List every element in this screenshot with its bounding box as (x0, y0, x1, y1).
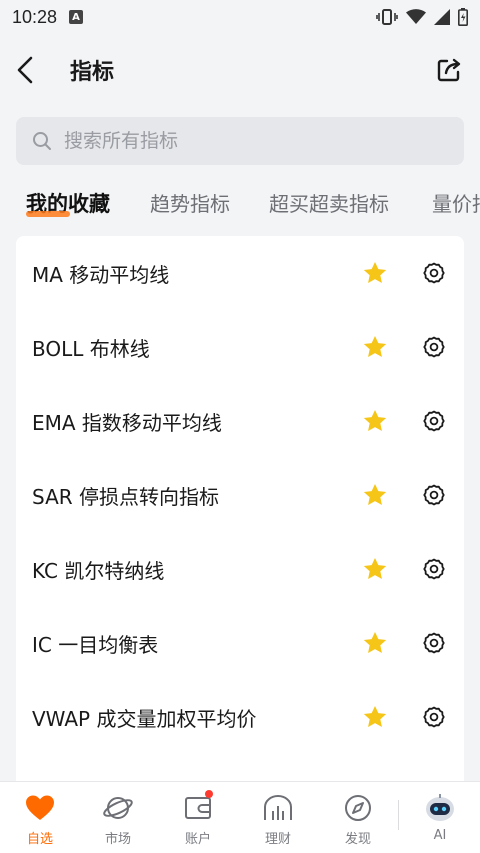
indicator-tabs: 我的收藏 趋势指标 超买超卖指标 量价指标 (0, 180, 480, 228)
tab-overbought-oversold[interactable]: 超买超卖指标 (269, 188, 389, 217)
nav-discover[interactable]: 发现 (328, 792, 388, 847)
nav-watchlist[interactable]: 自选 (10, 792, 70, 847)
share-icon (437, 58, 461, 82)
gear-icon[interactable] (422, 483, 446, 507)
finance-icon (262, 792, 294, 824)
notification-badge: A (69, 10, 84, 24)
tab-trend-indicators[interactable]: 趋势指标 (150, 188, 230, 217)
indicator-label: SAR 停损点转向指标 (32, 484, 220, 509)
search-bar[interactable] (16, 117, 464, 165)
search-input[interactable] (64, 130, 424, 152)
nav-label: 账户 (184, 832, 211, 847)
search-icon (33, 132, 51, 150)
nav-label: 自选 (26, 832, 53, 847)
wifi-icon (406, 9, 426, 25)
heart-icon (24, 792, 56, 824)
notification-dot (205, 790, 213, 798)
indicator-label: MA 移动平均线 (32, 262, 170, 287)
nav-market[interactable]: 市场 (88, 792, 148, 847)
indicator-label: IC 一目均衡表 (32, 632, 159, 657)
back-button[interactable] (16, 55, 40, 85)
nav-label: 市场 (104, 832, 131, 847)
status-time: 10:28 (12, 6, 58, 27)
list-item[interactable]: EMA 指数移动平均线 (16, 384, 464, 458)
tab-volume-price[interactable]: 量价指标 (432, 188, 480, 217)
gear-icon[interactable] (422, 631, 446, 655)
nav-label: 理财 (264, 832, 291, 847)
indicator-label: BOLL 布林线 (32, 336, 150, 361)
gear-icon[interactable] (422, 409, 446, 433)
bottom-nav: 自选 市场 账户 理财 发现 AI (0, 781, 480, 853)
indicator-list: MA 移动平均线 BOLL 布林线 EMA 指数移动平均线 SAR 停损点转向指… (16, 236, 464, 796)
header: 指标 (0, 34, 480, 106)
list-item[interactable]: IC 一目均衡表 (16, 606, 464, 680)
list-item[interactable]: BOLL 布林线 (16, 310, 464, 384)
status-bar: 10:28 A (0, 0, 480, 34)
indicator-label: VWAP 成交量加权平均价 (32, 706, 257, 731)
nav-divider (398, 800, 399, 830)
list-item[interactable]: KC 凯尔特纳线 (16, 532, 464, 606)
nav-ai[interactable]: AI (410, 792, 470, 843)
indicator-label: KC 凯尔特纳线 (32, 558, 165, 583)
gear-icon[interactable] (422, 557, 446, 581)
star-icon[interactable] (362, 704, 388, 730)
compass-icon (342, 792, 374, 824)
status-icons (376, 8, 468, 26)
battery-icon (458, 8, 468, 26)
share-button[interactable] (434, 55, 464, 85)
chevron-left-icon (17, 56, 33, 84)
gear-icon[interactable] (422, 705, 446, 729)
robot-icon (424, 792, 456, 824)
nav-label: 发现 (344, 832, 371, 847)
star-icon[interactable] (362, 408, 388, 434)
indicator-label: EMA 指数移动平均线 (32, 410, 222, 435)
nav-label: AI (433, 828, 447, 843)
vibrate-icon (376, 8, 398, 26)
nav-finance[interactable]: 理财 (248, 792, 308, 847)
gear-icon[interactable] (422, 261, 446, 285)
star-icon[interactable] (362, 630, 388, 656)
list-item[interactable]: MA 移动平均线 (16, 236, 464, 310)
planet-icon (102, 792, 134, 824)
signal-icon (434, 9, 450, 25)
star-icon[interactable] (362, 482, 388, 508)
list-item[interactable]: SAR 停损点转向指标 (16, 458, 464, 532)
page-title: 指标 (70, 60, 115, 85)
star-icon[interactable] (362, 260, 388, 286)
list-item[interactable]: VWAP 成交量加权平均价 (16, 680, 464, 754)
star-icon[interactable] (362, 334, 388, 360)
active-tab-indicator (26, 211, 70, 217)
nav-account[interactable]: 账户 (168, 790, 228, 847)
star-icon[interactable] (362, 556, 388, 582)
gear-icon[interactable] (422, 335, 446, 359)
